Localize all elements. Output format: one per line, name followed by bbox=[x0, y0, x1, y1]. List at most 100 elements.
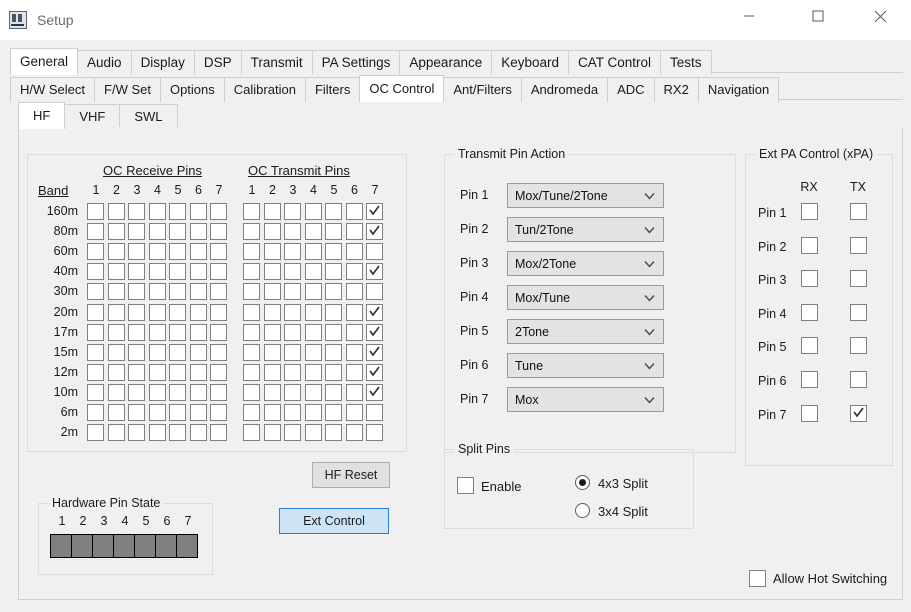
ext-pa-rx-checkbox-pin-5[interactable] bbox=[801, 337, 818, 355]
oc-receive-checkbox-20m-pin6[interactable] bbox=[189, 303, 207, 321]
tab-adc[interactable]: ADC bbox=[607, 77, 655, 102]
oc-transmit-checkbox-15m-pin7[interactable] bbox=[366, 343, 383, 361]
tpa-dropdown-pin-3[interactable]: Mox/2Tone bbox=[507, 251, 664, 276]
oc-receive-checkbox-60m-pin2[interactable] bbox=[107, 243, 125, 261]
oc-transmit-checkbox-20m-pin7[interactable] bbox=[366, 303, 383, 321]
oc-receive-checkbox-160m-pin1[interactable] bbox=[87, 203, 104, 220]
oc-receive-checkbox-30m-pin3[interactable] bbox=[128, 283, 145, 301]
tab-appearance[interactable]: Appearance bbox=[399, 50, 493, 75]
oc-transmit-checkbox-15m-pin6[interactable] bbox=[345, 343, 363, 361]
oc-transmit-checkbox-6m-pin7[interactable] bbox=[366, 404, 383, 421]
oc-transmit-checkbox-80m-pin7[interactable] bbox=[366, 223, 383, 241]
oc-receive-checkbox-10m-pin2[interactable] bbox=[107, 383, 125, 401]
oc-receive-checkbox-15m-pin4[interactable] bbox=[148, 343, 166, 361]
oc-receive-checkbox-40m-pin4[interactable] bbox=[148, 263, 166, 281]
oc-receive-checkbox-30m-pin6[interactable] bbox=[189, 283, 207, 301]
tab-rx2[interactable]: RX2 bbox=[653, 77, 699, 102]
oc-transmit-checkbox-30m-pin3[interactable] bbox=[284, 283, 301, 301]
oc-receive-checkbox-2m-pin1[interactable] bbox=[87, 424, 104, 442]
hf-reset-button[interactable]: HF Reset bbox=[312, 462, 390, 488]
oc-transmit-checkbox-60m-pin1[interactable] bbox=[243, 243, 260, 261]
tab-filters[interactable]: Filters bbox=[304, 77, 361, 102]
ext-pa-rx-checkbox-pin-3[interactable] bbox=[801, 270, 818, 288]
tpa-dropdown-pin-2[interactable]: Tun/2Tone bbox=[507, 217, 664, 242]
oc-transmit-checkbox-80m-pin5[interactable] bbox=[325, 223, 342, 241]
oc-transmit-checkbox-12m-pin1[interactable] bbox=[243, 363, 260, 381]
ext-pa-rx-checkbox-pin-2[interactable] bbox=[801, 236, 818, 254]
oc-transmit-checkbox-20m-pin2[interactable] bbox=[263, 303, 281, 321]
oc-transmit-checkbox-160m-pin7[interactable] bbox=[366, 203, 383, 220]
oc-transmit-checkbox-40m-pin4[interactable] bbox=[304, 263, 322, 281]
ext-pa-tx-checkbox-pin-2[interactable] bbox=[850, 236, 867, 254]
allow-hot-switching-checkbox[interactable] bbox=[749, 570, 766, 587]
oc-receive-checkbox-17m-pin3[interactable] bbox=[128, 323, 145, 341]
oc-transmit-checkbox-20m-pin4[interactable] bbox=[304, 303, 322, 321]
tpa-dropdown-pin-1[interactable]: Mox/Tune/2Tone bbox=[507, 183, 664, 208]
oc-receive-checkbox-80m-pin5[interactable] bbox=[169, 223, 186, 241]
split-radio-4x3-split[interactable] bbox=[575, 475, 590, 490]
oc-transmit-checkbox-10m-pin2[interactable] bbox=[263, 383, 281, 401]
oc-transmit-checkbox-60m-pin6[interactable] bbox=[345, 243, 363, 261]
oc-transmit-checkbox-12m-pin7[interactable] bbox=[366, 363, 383, 381]
oc-receive-checkbox-160m-pin2[interactable] bbox=[107, 203, 125, 220]
oc-receive-checkbox-2m-pin4[interactable] bbox=[148, 424, 166, 442]
oc-receive-checkbox-6m-pin2[interactable] bbox=[107, 404, 125, 421]
minimize-icon[interactable] bbox=[726, 0, 772, 32]
oc-transmit-checkbox-80m-pin6[interactable] bbox=[345, 223, 363, 241]
tab-options[interactable]: Options bbox=[159, 77, 225, 102]
oc-transmit-checkbox-12m-pin5[interactable] bbox=[325, 363, 342, 381]
oc-transmit-checkbox-40m-pin6[interactable] bbox=[345, 263, 363, 281]
oc-transmit-checkbox-40m-pin1[interactable] bbox=[243, 263, 260, 281]
tab-oc-control[interactable]: OC Control bbox=[359, 75, 445, 102]
oc-transmit-checkbox-17m-pin4[interactable] bbox=[304, 323, 322, 341]
oc-transmit-checkbox-80m-pin3[interactable] bbox=[284, 223, 301, 241]
oc-transmit-checkbox-2m-pin1[interactable] bbox=[243, 424, 260, 442]
oc-receive-checkbox-10m-pin1[interactable] bbox=[87, 383, 104, 401]
oc-receive-checkbox-6m-pin5[interactable] bbox=[169, 404, 186, 421]
oc-receive-checkbox-15m-pin1[interactable] bbox=[87, 343, 104, 361]
oc-transmit-checkbox-12m-pin4[interactable] bbox=[304, 363, 322, 381]
split-radio-3x4-split[interactable] bbox=[575, 503, 590, 518]
oc-receive-checkbox-60m-pin6[interactable] bbox=[189, 243, 207, 261]
ext-pa-rx-checkbox-pin-4[interactable] bbox=[801, 303, 818, 321]
oc-receive-checkbox-60m-pin5[interactable] bbox=[169, 243, 186, 261]
tab-ant-filters[interactable]: Ant/Filters bbox=[443, 77, 522, 102]
oc-transmit-checkbox-15m-pin3[interactable] bbox=[284, 343, 301, 361]
oc-transmit-checkbox-12m-pin2[interactable] bbox=[263, 363, 281, 381]
oc-transmit-checkbox-2m-pin2[interactable] bbox=[263, 424, 281, 442]
oc-receive-checkbox-30m-pin1[interactable] bbox=[87, 283, 104, 301]
oc-receive-checkbox-80m-pin6[interactable] bbox=[189, 223, 207, 241]
oc-receive-checkbox-80m-pin7[interactable] bbox=[210, 223, 227, 241]
oc-receive-checkbox-20m-pin5[interactable] bbox=[169, 303, 186, 321]
split-enable-checkbox[interactable] bbox=[457, 477, 474, 494]
oc-transmit-checkbox-40m-pin2[interactable] bbox=[263, 263, 281, 281]
oc-transmit-checkbox-160m-pin5[interactable] bbox=[325, 203, 342, 220]
oc-receive-checkbox-12m-pin3[interactable] bbox=[128, 363, 145, 381]
oc-receive-checkbox-60m-pin7[interactable] bbox=[210, 243, 227, 261]
oc-transmit-checkbox-20m-pin6[interactable] bbox=[345, 303, 363, 321]
oc-transmit-checkbox-60m-pin7[interactable] bbox=[366, 243, 383, 261]
close-icon[interactable] bbox=[857, 0, 903, 32]
tab-keyboard[interactable]: Keyboard bbox=[491, 50, 570, 75]
oc-transmit-checkbox-2m-pin4[interactable] bbox=[304, 424, 322, 442]
ext-pa-tx-checkbox-pin-7[interactable] bbox=[850, 404, 867, 422]
oc-transmit-checkbox-10m-pin5[interactable] bbox=[325, 383, 342, 401]
oc-transmit-checkbox-80m-pin2[interactable] bbox=[263, 223, 281, 241]
oc-transmit-checkbox-15m-pin5[interactable] bbox=[325, 343, 342, 361]
oc-transmit-checkbox-40m-pin7[interactable] bbox=[366, 263, 383, 281]
oc-receive-checkbox-10m-pin5[interactable] bbox=[169, 383, 186, 401]
oc-receive-checkbox-20m-pin7[interactable] bbox=[210, 303, 227, 321]
oc-receive-checkbox-15m-pin6[interactable] bbox=[189, 343, 207, 361]
tab-dsp[interactable]: DSP bbox=[193, 50, 242, 75]
tpa-dropdown-pin-4[interactable]: Mox/Tune bbox=[507, 285, 664, 310]
oc-receive-checkbox-2m-pin7[interactable] bbox=[210, 424, 227, 442]
oc-transmit-checkbox-15m-pin1[interactable] bbox=[243, 343, 260, 361]
oc-receive-checkbox-40m-pin6[interactable] bbox=[189, 263, 207, 281]
oc-transmit-checkbox-160m-pin4[interactable] bbox=[304, 203, 322, 220]
oc-receive-checkbox-40m-pin7[interactable] bbox=[210, 263, 227, 281]
oc-transmit-checkbox-60m-pin5[interactable] bbox=[325, 243, 342, 261]
oc-transmit-checkbox-20m-pin1[interactable] bbox=[243, 303, 260, 321]
oc-transmit-checkbox-40m-pin5[interactable] bbox=[325, 263, 342, 281]
oc-transmit-checkbox-20m-pin3[interactable] bbox=[284, 303, 301, 321]
oc-receive-checkbox-17m-pin5[interactable] bbox=[169, 323, 186, 341]
